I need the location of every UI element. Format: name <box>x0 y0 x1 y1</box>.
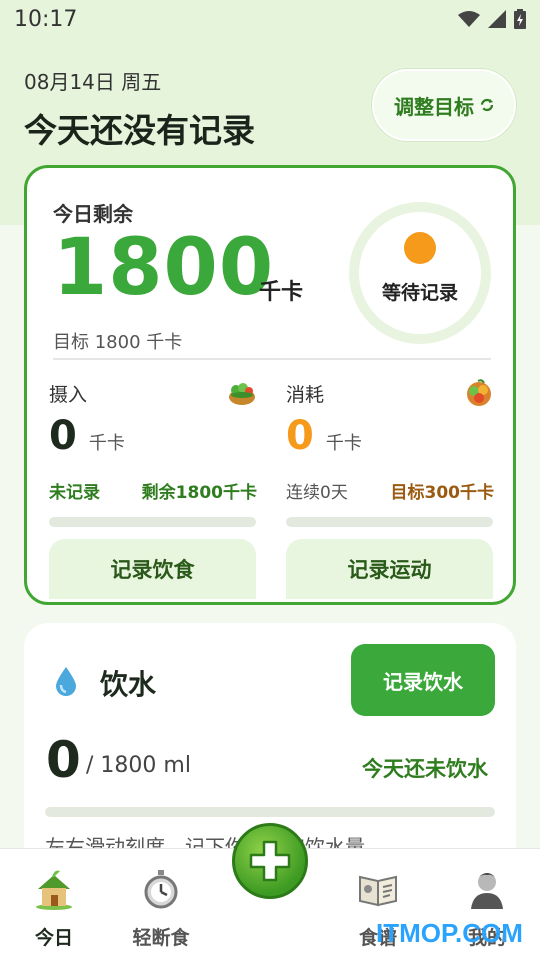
battery-icon <box>514 9 526 29</box>
log-food-button[interactable]: 记录饮食 <box>49 539 256 599</box>
nav-label-today: 今日 <box>34 927 73 949</box>
adjust-goal-label: 调整目标 <box>394 94 474 119</box>
salad-icon <box>229 383 255 405</box>
date-label: 08月14日 周五 <box>24 70 162 94</box>
intake-value: 0 <box>49 413 77 459</box>
intake-section: 摄入 0 千卡 未记录 剩余1800千卡 记录饮食 <box>49 378 257 599</box>
burn-streak: 连续0天 <box>286 483 348 503</box>
progress-ring[interactable]: 等待记录 <box>349 202 491 344</box>
calorie-card: 今日剩余 1800 千卡 目标 1800 千卡 等待记录 摄入 0 千卡 未记录… <box>24 165 516 605</box>
add-record-button[interactable] <box>232 823 308 899</box>
burn-section: 消耗 0 千卡 连续0天 目标300千卡 记录运动 <box>286 378 494 599</box>
intake-remaining: 剩余1800千卡 <box>141 483 257 503</box>
adjust-goal-button[interactable]: 调整目标 <box>372 69 516 141</box>
divider <box>53 358 491 360</box>
water-status: 今天还未饮水 <box>362 757 488 781</box>
intake-status: 未记录 <box>49 483 100 503</box>
water-title: 饮水 <box>100 668 157 701</box>
nav-item-fasting[interactable]: 轻断食 <box>116 867 206 950</box>
log-exercise-button[interactable]: 记录运动 <box>286 539 493 599</box>
remaining-unit: 千卡 <box>259 280 304 305</box>
nav-item-today[interactable]: 今日 <box>9 867 99 950</box>
recipe-book-icon <box>359 875 397 907</box>
plus-icon <box>249 840 291 882</box>
intake-title: 摄入 <box>49 383 88 406</box>
refresh-icon <box>480 98 494 112</box>
burn-goal: 目标300千卡 <box>390 483 495 503</box>
ring-status: 等待记录 <box>381 281 458 304</box>
nav-label-fasting: 轻断食 <box>132 927 190 949</box>
watermark: ITMOP.COM <box>376 918 523 948</box>
intake-unit: 千卡 <box>88 433 125 454</box>
profile-icon <box>471 873 503 909</box>
water-value: 0 <box>46 731 81 789</box>
water-goal: / 1800 ml <box>86 753 191 778</box>
signal-icon <box>488 10 506 28</box>
water-drop-icon <box>56 667 76 696</box>
log-water-button[interactable]: 记录饮水 <box>351 644 495 716</box>
water-scale-slider[interactable] <box>45 807 495 817</box>
remaining-value: 1800 <box>53 223 275 313</box>
intake-progress-bar <box>49 517 256 527</box>
stopwatch-icon <box>144 870 178 909</box>
status-icons <box>458 9 526 29</box>
burn-title: 消耗 <box>286 383 325 406</box>
burn-progress-bar <box>286 517 493 527</box>
burn-unit: 千卡 <box>325 433 362 454</box>
wifi-icon <box>458 11 480 27</box>
status-time: 10:17 <box>14 6 78 32</box>
page-title: 今天还没有记录 <box>24 111 255 150</box>
status-dot <box>404 231 436 264</box>
status-bar: 10:17 <box>0 0 540 38</box>
burn-value: 0 <box>286 413 314 459</box>
calorie-goal: 目标 1800 千卡 <box>53 332 183 353</box>
fruit-basket-icon <box>467 379 491 406</box>
house-icon <box>36 870 72 910</box>
